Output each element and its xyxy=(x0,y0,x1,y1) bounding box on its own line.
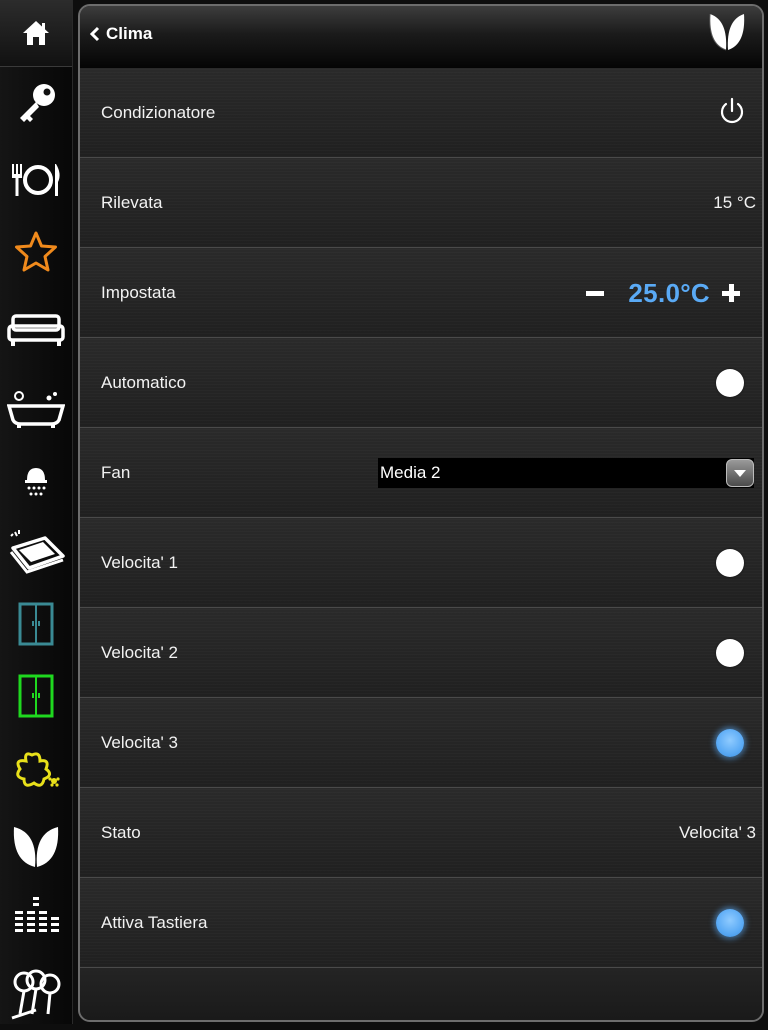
row-stato: Stato Velocita' 3 xyxy=(80,788,762,878)
sidebar-item-window-1[interactable] xyxy=(0,588,72,660)
status-value: Velocita' 3 xyxy=(679,823,756,842)
row-label: Attiva Tastiera xyxy=(101,913,208,932)
sidebar-item-climate[interactable] xyxy=(0,810,72,882)
sidebar-item-shower[interactable] xyxy=(0,446,72,518)
velocita-3-toggle[interactable] xyxy=(716,729,744,757)
velocita-2-toggle[interactable] xyxy=(716,639,744,667)
sidebar-item-garden[interactable] xyxy=(0,736,72,808)
panel-footer xyxy=(80,968,762,1020)
sidebar-item-dining[interactable] xyxy=(0,144,72,216)
window-green-icon xyxy=(18,674,54,718)
row-label: Fan xyxy=(101,463,131,482)
row-label: Automatico xyxy=(101,373,187,392)
row-velocita-3: Velocita' 3 xyxy=(80,698,762,788)
row-label: Condizionatore xyxy=(101,103,216,122)
increase-button[interactable] xyxy=(720,282,742,304)
leaf-icon xyxy=(13,827,59,867)
setpoint-value: 25.0°C xyxy=(628,277,710,308)
row-automatico: Automatico xyxy=(80,338,762,428)
sidebar-item-home[interactable] xyxy=(0,0,72,67)
home-icon xyxy=(23,21,49,45)
sidebar-item-security[interactable] xyxy=(0,68,72,140)
row-condizionatore: Condizionatore xyxy=(80,68,762,158)
back-button[interactable]: Clima xyxy=(90,20,152,48)
window-teal-icon xyxy=(18,602,54,646)
row-label: Velocita' 3 xyxy=(101,733,178,752)
chevron-down-icon xyxy=(734,470,746,477)
climate-panel: Clima Condizionatore Rilevata 15 °C Impo… xyxy=(78,4,764,1022)
sidebar-item-window-2[interactable] xyxy=(0,660,72,732)
key-icon xyxy=(20,84,55,122)
fan-select[interactable]: Media 2 xyxy=(378,458,754,488)
row-label: Velocita' 1 xyxy=(101,553,178,572)
row-label: Impostata xyxy=(101,283,176,302)
row-velocita-1: Velocita' 1 xyxy=(80,518,762,608)
equalizer-icon xyxy=(15,897,59,932)
sidebar-item-living-room[interactable] xyxy=(0,294,72,366)
fan-select-value: Media 2 xyxy=(380,463,441,482)
sidebar-item-outdoor[interactable] xyxy=(0,958,72,1030)
row-fan: Fan Media 2 xyxy=(80,428,762,518)
dining-icon xyxy=(12,164,60,196)
back-button-label: Clima xyxy=(106,24,153,43)
shower-icon xyxy=(25,468,47,496)
sidebar-item-audio[interactable] xyxy=(0,882,72,954)
minus-icon xyxy=(586,291,605,296)
star-icon xyxy=(15,231,57,272)
row-impostata: Impostata 25.0°C xyxy=(80,248,762,338)
row-label: Stato xyxy=(101,823,141,842)
dropdown-button[interactable] xyxy=(726,459,754,487)
velocita-1-toggle[interactable] xyxy=(716,549,744,577)
leaf-icon xyxy=(709,13,745,51)
sidebar-item-bathroom[interactable] xyxy=(0,372,72,444)
measured-temperature: 15 °C xyxy=(713,193,756,212)
laptop-icon xyxy=(9,530,65,574)
automatico-toggle[interactable] xyxy=(716,369,744,397)
chevron-left-icon xyxy=(90,26,100,42)
garden-trees-icon xyxy=(11,969,61,1020)
row-attiva-tastiera: Attiva Tastiera xyxy=(80,878,762,968)
decrease-button[interactable] xyxy=(584,282,606,304)
row-velocita-2: Velocita' 2 xyxy=(80,608,762,698)
bathtub-icon xyxy=(7,391,65,428)
setpoint-control: 25.0°C xyxy=(584,248,742,338)
sidebar-item-favorites[interactable] xyxy=(0,216,72,288)
garden-flower-icon xyxy=(16,752,60,787)
sidebar-item-office[interactable] xyxy=(0,516,72,588)
row-label: Rilevata xyxy=(101,193,163,212)
sidebar xyxy=(0,0,73,1024)
row-label: Velocita' 2 xyxy=(101,643,178,662)
power-icon[interactable] xyxy=(718,97,746,127)
header-bar: Clima xyxy=(80,6,762,69)
sofa-icon xyxy=(7,314,65,346)
row-rilevata: Rilevata 15 °C xyxy=(80,158,762,248)
attiva-tastiera-toggle[interactable] xyxy=(716,909,744,937)
